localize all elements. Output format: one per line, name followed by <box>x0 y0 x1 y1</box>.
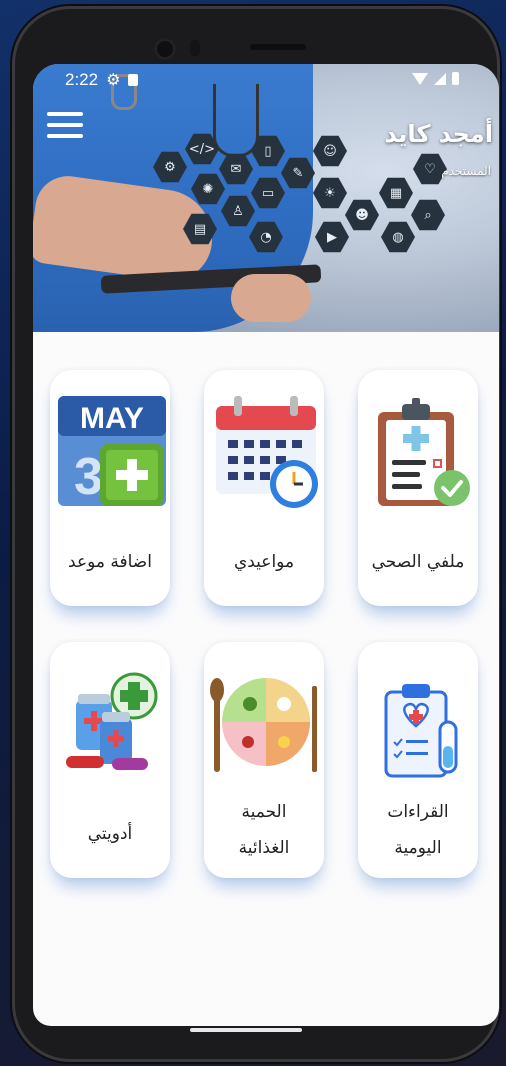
status-time: 2:22 <box>65 70 99 89</box>
front-camera <box>154 38 176 60</box>
calendar-clock-icon <box>210 394 320 510</box>
card-label: أدويتي <box>87 824 133 844</box>
card-label: ملفي الصحي <box>371 552 465 572</box>
team-hex-icon: ☺ <box>313 135 347 167</box>
card-diet[interactable]: الحمية الغذائية <box>204 642 324 878</box>
hamburger-menu-icon[interactable] <box>47 112 83 142</box>
card-label: اضافة موعد <box>68 552 152 572</box>
card-add-appointment[interactable]: MAY 3 اضافة موعد <box>50 370 170 606</box>
status-bar-left: 2:22 ⚙ <box>65 70 139 90</box>
user-name: أمجد كايد <box>384 120 493 148</box>
user-role: المستخدم <box>441 164 491 178</box>
sensor <box>190 40 200 56</box>
daily-readings-icon <box>364 666 474 782</box>
card-daily-readings[interactable]: القراءات اليومية <box>358 642 478 878</box>
svg-text:3: 3 <box>74 448 103 506</box>
video-hex-icon: ▶ <box>315 221 349 253</box>
svg-text:MAY: MAY <box>80 402 144 435</box>
bulb-hex-icon: ☀ <box>313 177 347 209</box>
calendar-add-icon: MAY 3 <box>56 394 166 510</box>
status-bar-right <box>412 72 459 85</box>
document-hex-icon: ▦ <box>379 177 413 209</box>
search-hex-icon: ⌕ <box>411 199 445 231</box>
settings-gear-icon: ⚙ <box>106 72 121 89</box>
header-banner: ⚙ </> ✺ ✉ ▯ ▭ ✎ ☺ ♙ ▤ ◔ ☀ ☻ ▶ ▦ ⌕ ♡ ◍ 2:… <box>33 64 499 332</box>
globe-hex-icon: ◍ <box>381 221 415 253</box>
card-my-medicines[interactable]: أدويتي <box>50 642 170 878</box>
medicines-icon <box>56 666 166 782</box>
clipboard-health-icon <box>364 394 474 510</box>
card-health-file[interactable]: ملفي الصحي <box>358 370 478 606</box>
wifi-icon <box>412 72 428 85</box>
card-label-line1: الحمية <box>241 802 287 822</box>
cell-signal-icon <box>434 72 446 85</box>
card-label-line2: الغذائية <box>238 838 290 858</box>
diet-plate-icon <box>210 666 320 782</box>
earpiece-speaker <box>250 44 306 50</box>
app-screen: ⚙ </> ✺ ✉ ▯ ▭ ✎ ☺ ♙ ▤ ◔ ☀ ☻ ▶ ▦ ⌕ ♡ ◍ 2:… <box>33 64 499 1026</box>
sim-card-icon <box>128 74 139 86</box>
card-label-line2: اليومية <box>394 838 442 858</box>
stethoscope-tube-icon <box>213 84 259 157</box>
card-label-line1: القراءات <box>387 802 449 822</box>
card-label: مواعيدي <box>233 552 295 572</box>
person-hex-icon: ☻ <box>345 199 379 231</box>
home-indicator[interactable] <box>190 1028 302 1032</box>
card-my-appointments[interactable]: مواعيدي <box>204 370 324 606</box>
doctor-hand <box>231 274 311 322</box>
battery-icon <box>452 72 459 85</box>
